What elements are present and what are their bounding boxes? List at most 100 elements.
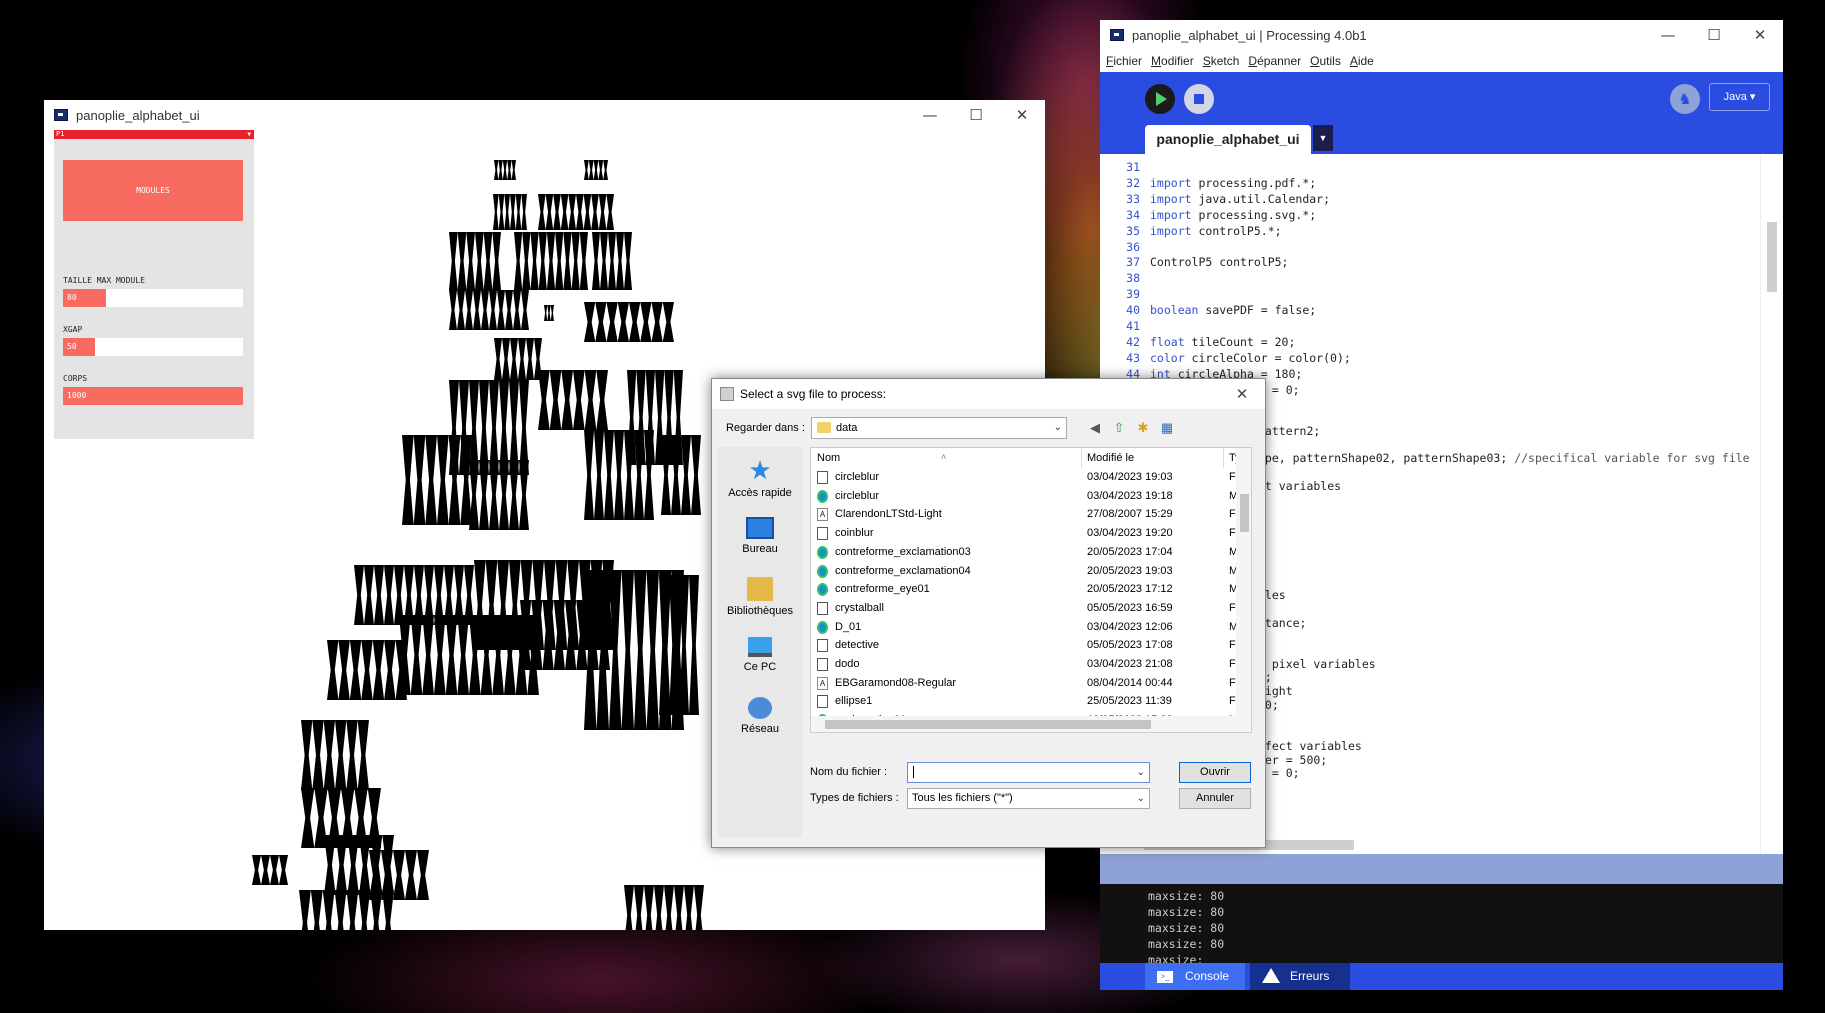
up-folder-icon[interactable]: ⇧ [1110, 420, 1128, 436]
file-date: 08/04/2014 00:44 [1087, 676, 1173, 689]
file-row[interactable]: contreforme_exclamation04 20/05/2023 19:0… [811, 562, 1241, 581]
menu-modifier[interactable]: Modifier [1151, 54, 1194, 68]
editor-vertical-scrollbar[interactable] [1760, 154, 1783, 854]
line-number: 43 [1126, 350, 1140, 365]
errors-tab[interactable]: Erreurs [1250, 963, 1350, 990]
console-tab[interactable]: >_ Console [1145, 963, 1245, 990]
minimize-button[interactable]: — [907, 106, 953, 124]
place-label: Bibliothèques [726, 605, 794, 617]
minimize-button[interactable]: — [1645, 26, 1691, 44]
look-in-combo[interactable]: data ⌄ [811, 417, 1067, 439]
filename-input[interactable]: ⌄ [907, 762, 1150, 783]
column-divider[interactable] [1223, 448, 1224, 468]
file-name: circleblur [835, 489, 880, 502]
folder-icon [817, 422, 831, 433]
font-file-icon: A [817, 676, 828, 690]
place-desktop[interactable]: Bureau [718, 517, 802, 555]
place-this-pc[interactable]: Ce PC [718, 637, 802, 673]
column-modified[interactable]: Modifié le [1087, 452, 1134, 464]
slider-taille-max-module[interactable]: 80 [63, 289, 243, 307]
slider-xgap[interactable]: 50 [63, 338, 243, 356]
file-row[interactable]: circleblur 03/04/2023 19:18 M [811, 487, 1241, 506]
chevron-down-icon: ⌄ [1136, 793, 1145, 804]
new-folder-icon[interactable]: ✱ [1134, 420, 1152, 436]
look-in-label: Regarder dans : [726, 422, 805, 434]
file-row[interactable]: ellipse1 25/05/2023 11:39 Fi [811, 692, 1241, 711]
view-menu-icon[interactable]: ▦ [1158, 420, 1176, 436]
svg-file-dialog: Select a svg file to process: ✕ Regarder… [711, 378, 1266, 848]
place-quick-access[interactable]: ★ Accès rapide [718, 457, 802, 499]
filetype-select[interactable]: Tous les fichiers ("*") ⌄ [907, 788, 1150, 809]
tab-sketch[interactable]: panoplie_alphabet_ui [1145, 125, 1311, 154]
file-icon [817, 695, 828, 709]
file-row[interactable]: detective 05/05/2023 17:08 Fi [811, 636, 1241, 655]
cancel-button[interactable]: Annuler [1179, 788, 1251, 809]
file-row[interactable]: dodo 03/04/2023 21:08 Fi [811, 655, 1241, 674]
file-icon [817, 658, 828, 671]
file-list[interactable]: Nom ˄ Modifié le Ty circleblur 03/04/2023… [810, 447, 1252, 733]
slider-value: 80 [67, 293, 77, 302]
file-name: dodo [835, 658, 860, 670]
place-network[interactable]: Réseau [718, 697, 802, 735]
file-date: 03/04/2023 19:20 [1087, 527, 1173, 540]
menu-aide[interactable]: Aide [1350, 54, 1374, 68]
file-icon [817, 471, 828, 484]
line-number: 40 [1126, 303, 1140, 318]
modules-button[interactable]: MODULES [63, 160, 243, 221]
file-date: 05/05/2023 16:59 [1087, 601, 1173, 614]
close-button[interactable]: ✕ [999, 106, 1045, 124]
file-list-horizontal-scrollbar[interactable] [811, 716, 1251, 732]
pattern-module [584, 302, 674, 342]
back-icon[interactable]: ◀ [1086, 420, 1104, 436]
file-row[interactable]: A ClarendonLTStd-Light 27/08/2007 15:29 Fi [811, 505, 1241, 524]
scrollbar-thumb[interactable] [825, 720, 1151, 729]
file-icon [817, 527, 828, 541]
svg-file-icon [817, 564, 828, 578]
file-name: crystalball [835, 601, 884, 614]
slider-corps[interactable]: 1000 [63, 387, 243, 405]
debugger-icon[interactable]: ♞ [1670, 84, 1700, 114]
tab-menu-button[interactable]: ▼ [1313, 125, 1333, 151]
mode-selector[interactable]: Java ▾ [1709, 83, 1770, 111]
pattern-dropdown-value: P1 [56, 130, 65, 138]
stop-button[interactable] [1184, 84, 1214, 114]
svg-file-icon [817, 583, 828, 597]
place-libraries[interactable]: Bibliothèques [718, 577, 802, 617]
run-button[interactable] [1145, 84, 1175, 114]
menu-sketch[interactable]: Sketch [1203, 54, 1240, 68]
file-row[interactable]: coinblur 03/04/2023 19:20 Fi [811, 524, 1241, 543]
star-icon: ★ [748, 455, 772, 485]
line-number: 37 [1126, 255, 1140, 270]
console-output: maxsize: 80 maxsize: 80 maxsize: 80 maxsize… [1100, 884, 1783, 967]
file-row[interactable]: circleblur 03/04/2023 19:03 Fi [811, 468, 1241, 487]
scrollbar-thumb[interactable] [1240, 494, 1249, 532]
file-row[interactable]: crystalball 05/05/2023 16:59 Fi [811, 599, 1241, 618]
file-list-vertical-scrollbar[interactable] [1236, 448, 1251, 716]
menu-depanner[interactable]: Dépanner [1248, 54, 1301, 68]
menu-fichier[interactable]: Fichier [1106, 54, 1142, 68]
libraries-icon [747, 577, 773, 601]
file-row[interactable]: contreforme_eye01 20/05/2023 17:12 M [811, 580, 1241, 599]
file-date: 03/04/2023 12:06 [1087, 620, 1173, 633]
close-button[interactable]: ✕ [1737, 26, 1783, 44]
file-row[interactable]: contreforme_exclamation03 20/05/2023 17:0… [811, 543, 1241, 562]
warning-icon [1262, 968, 1280, 983]
open-button[interactable]: Ouvrir [1179, 762, 1251, 783]
dialog-titlebar: Select a svg file to process: ✕ [712, 379, 1265, 409]
column-name[interactable]: Nom [817, 452, 840, 464]
column-divider[interactable] [1081, 448, 1082, 468]
pattern-dropdown[interactable]: P1 ▼ [54, 130, 254, 139]
pattern-module [299, 890, 394, 930]
scrollbar-thumb[interactable] [1767, 222, 1777, 292]
pattern-module [494, 338, 542, 380]
console-line: maxsize: 80 [1148, 905, 1225, 919]
menu-outils[interactable]: Outils [1310, 54, 1341, 68]
maximize-button[interactable]: ☐ [953, 106, 999, 124]
place-label: Accès rapide [728, 487, 792, 499]
file-row[interactable]: D_01 03/04/2023 12:06 M [811, 618, 1241, 637]
file-row[interactable]: A EBGaramond08-Regular 08/04/2014 00:44 Fi [811, 674, 1241, 693]
maximize-button[interactable]: ☐ [1691, 26, 1737, 44]
pattern-module [402, 435, 472, 525]
close-button[interactable]: ✕ [1219, 385, 1265, 403]
code-fragment: ter = 500; [1258, 752, 1328, 767]
